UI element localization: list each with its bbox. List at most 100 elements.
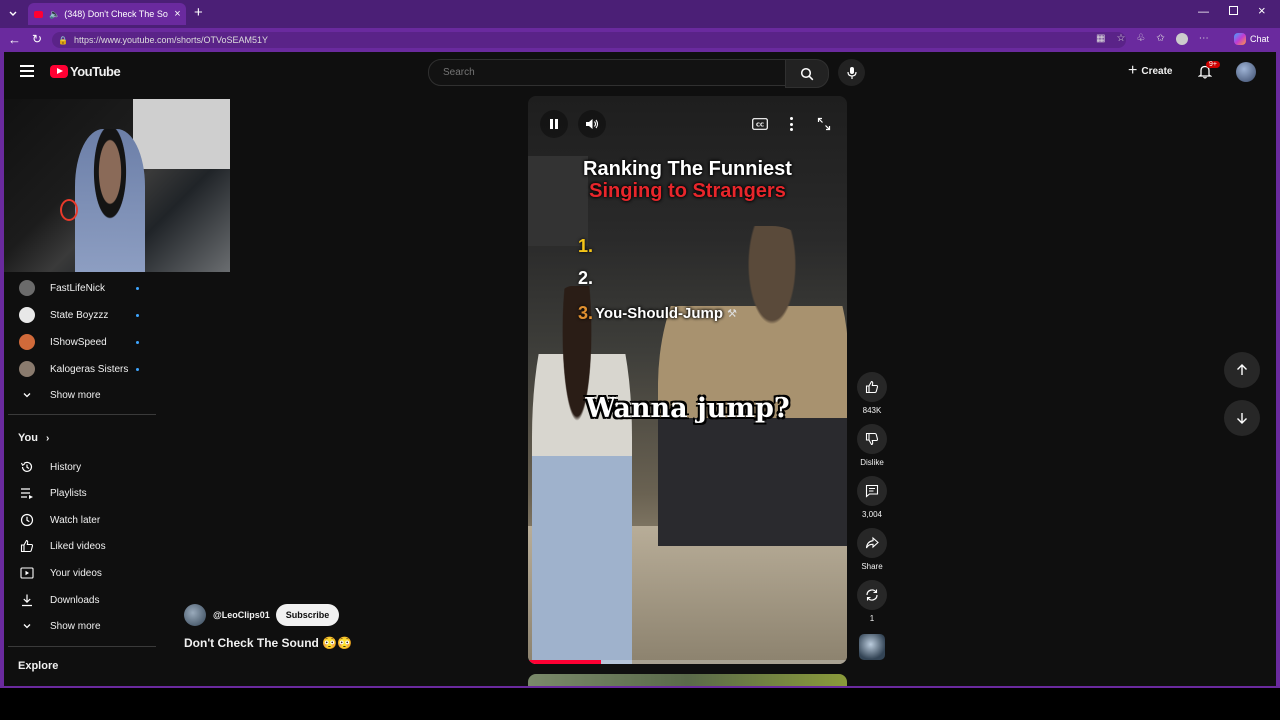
volume-button[interactable] [578,110,606,138]
search-button[interactable] [785,59,829,88]
channel-handle[interactable]: @LeoClips01 [213,610,270,620]
subscribe-button[interactable]: Subscribe [275,604,340,626]
new-tab-button[interactable]: + [194,4,203,21]
subscription-item[interactable]: Kalogeras Sisters [4,356,160,382]
refresh-icon[interactable]: ↻ [32,32,42,46]
divider [8,646,156,647]
sound-thumbnail[interactable] [859,634,885,660]
tab-list-button[interactable] [4,5,22,23]
chevron-right-icon: › [45,432,50,444]
channel-avatar [19,361,35,377]
copilot-icon [1234,33,1246,45]
profile-icon[interactable] [1175,33,1188,45]
sidebar-item-playlists[interactable]: Playlists [4,480,160,506]
pause-button[interactable] [540,110,568,138]
progress-track[interactable] [528,660,847,664]
watch-later-icon [4,513,50,527]
more-icon[interactable]: ⋯ [1199,33,1209,45]
show-more-subscriptions[interactable]: Show more [4,382,160,408]
lock-icon: 🔒 [58,35,68,45]
browser-tab[interactable]: 🔈 (348) Don't Check The Sound × [28,3,186,25]
channel-avatar[interactable] [184,604,206,626]
notifications-button[interactable]: 9+ [1197,61,1220,84]
video-title[interactable]: Don't Check The Sound 😳😳 [184,636,352,650]
speaker-icon[interactable]: 🔈 [49,9,60,20]
comments-button[interactable]: 3,004 [852,476,892,519]
restore-button[interactable] [1229,6,1238,15]
voice-search-button[interactable] [838,59,865,86]
chevron-down-icon [4,390,50,400]
short-title-line1: Ranking The Funniest [583,158,792,180]
sidebar: FastLifeNick State Boyzzz IShowSpeed Kal… [4,274,160,686]
chevron-down-icon [9,11,17,16]
thumbs-up-icon [857,372,887,402]
hammer-icon: ⚒ [727,308,737,320]
you-section-header[interactable]: You › [18,432,49,444]
share-icon [857,528,887,558]
youtube-favicon-icon [34,10,43,18]
chevron-down-icon [4,621,50,631]
like-count: 843K [862,406,882,415]
sidebar-item-label: Liked videos [50,540,106,552]
sidebar-item-liked-videos[interactable]: Liked videos [4,533,160,559]
minimize-button[interactable]: — [1198,6,1209,18]
show-more-label: Show more [50,620,101,632]
more-options-icon[interactable] [786,112,796,136]
pause-icon [550,119,558,129]
favorites-icon[interactable]: ✩ [1156,33,1164,45]
next-short-preview[interactable] [528,674,847,686]
menu-icon[interactable] [20,65,34,77]
divider [8,414,156,415]
search-icon [800,67,814,80]
arrow-up-icon [1237,364,1247,375]
youtube-logo[interactable]: YouTube [50,64,121,79]
previous-short-button[interactable] [1224,352,1260,388]
short-video-player[interactable]: CC Ranking The Funniest Singing to Stran… [528,96,847,664]
logo-text: YouTube [70,64,121,79]
remix-button[interactable]: 1 [852,580,892,623]
sidebar-item-downloads[interactable]: Downloads [4,587,160,613]
channel-avatar [19,280,35,296]
webcam-overlay [4,99,230,272]
dislike-button[interactable]: Dislike [852,424,892,467]
show-more-you[interactable]: Show more [4,613,160,639]
close-tab-icon[interactable]: × [174,8,180,20]
captions-button[interactable]: CC [748,112,772,136]
chat-button[interactable]: Chat [1234,33,1269,45]
volume-icon [586,119,599,129]
next-short-button[interactable] [1224,400,1260,436]
sidebar-item-label: Watch later [50,514,101,526]
sidebar-item-label: Playlists [50,487,87,499]
create-button[interactable]: + Create [1128,62,1172,80]
arrow-down-icon [1237,413,1247,424]
account-avatar[interactable] [1236,62,1256,82]
comment-icon [857,476,887,506]
search-input[interactable] [441,66,765,79]
sidebar-item-your-videos[interactable]: Your videos [4,560,160,586]
back-arrow-icon[interactable]: ← [8,32,21,47]
favorite-star-icon[interactable]: ☆ [1116,33,1125,45]
captions-icon: CC [752,118,768,130]
sidebar-item-watch-later[interactable]: Watch later [4,507,160,533]
new-content-dot [136,341,139,344]
subscription-item[interactable]: FastLifeNick [4,275,160,301]
subscription-item[interactable]: State Boyzzz [4,302,160,328]
close-window-button[interactable]: × [1258,3,1266,18]
app-icon[interactable]: ▦ [1096,33,1105,45]
scene-man [658,226,847,546]
headphones [60,199,78,221]
extensions-icon[interactable]: ♧ [1136,33,1145,45]
tab-title: (348) Don't Check The Sound [64,9,168,19]
search-box[interactable] [428,59,787,86]
youtube-play-icon [50,65,68,78]
like-icon [4,539,50,553]
address-field[interactable]: 🔒 https://www.youtube.com/shorts/OTVoSEA… [52,32,1126,48]
scene-woman [532,286,632,664]
share-button[interactable]: Share [852,528,892,571]
like-button[interactable]: 843K [852,372,892,415]
new-content-dot [136,287,139,290]
history-icon [4,460,50,474]
sidebar-item-history[interactable]: History [4,454,160,480]
fullscreen-button[interactable] [812,112,836,136]
subscription-item[interactable]: IShowSpeed [4,329,160,355]
